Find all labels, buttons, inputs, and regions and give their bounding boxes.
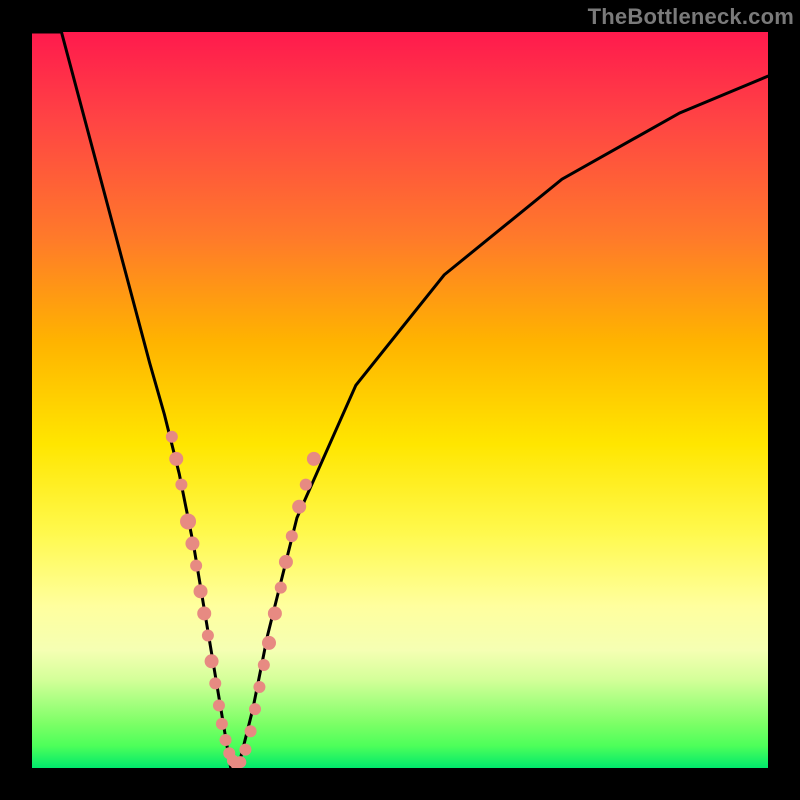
marker-dot (216, 718, 228, 730)
marker-dot (292, 500, 306, 514)
marker-dot (169, 452, 183, 466)
marker-dot (258, 659, 270, 671)
marker-dot (249, 703, 261, 715)
marker-dot (197, 606, 211, 620)
marker-dot (239, 744, 251, 756)
plot-area (32, 32, 768, 768)
marker-dot (209, 677, 221, 689)
marker-dot (234, 756, 246, 768)
highlight-dots (166, 431, 321, 768)
marker-dot (175, 479, 187, 491)
marker-dot (190, 560, 202, 572)
marker-dot (166, 431, 178, 443)
marker-dot (268, 606, 282, 620)
marker-dot (307, 452, 321, 466)
marker-dot (275, 582, 287, 594)
marker-dot (220, 734, 232, 746)
marker-dot (213, 699, 225, 711)
marker-dot (202, 630, 214, 642)
bottleneck-curve (32, 32, 768, 768)
marker-dot (262, 636, 276, 650)
marker-dot (205, 654, 219, 668)
marker-dot (300, 479, 312, 491)
marker-dot (180, 513, 196, 529)
watermark-text: TheBottleneck.com (588, 4, 794, 30)
outer-frame: TheBottleneck.com (0, 0, 800, 800)
marker-dot (279, 555, 293, 569)
marker-dot (253, 681, 265, 693)
marker-dot (245, 725, 257, 737)
marker-dot (194, 584, 208, 598)
chart-svg (32, 32, 768, 768)
marker-dot (286, 530, 298, 542)
curve-path (32, 32, 768, 768)
marker-dot (185, 537, 199, 551)
